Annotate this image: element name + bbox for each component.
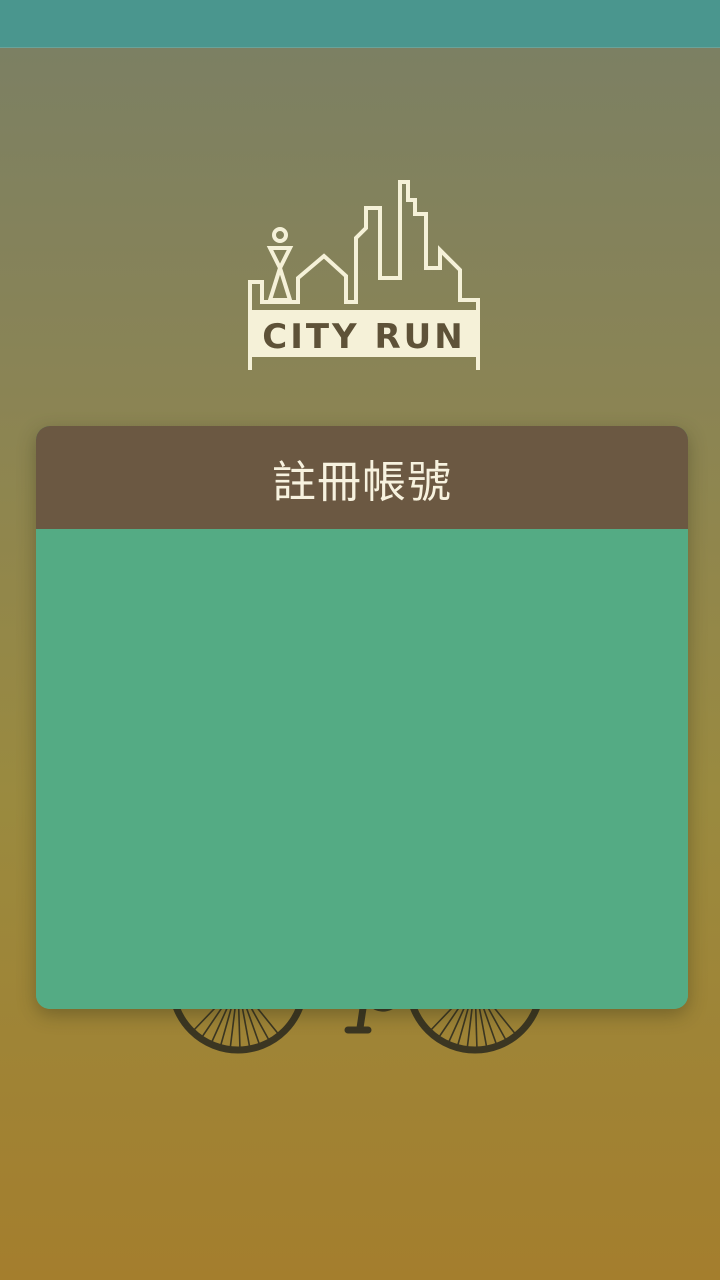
status-bar <box>0 0 720 48</box>
register-card: 註冊帳號 <box>36 426 688 1009</box>
card-body <box>36 529 688 1009</box>
city-run-logo: CITY RUN <box>248 180 480 370</box>
svg-text:CITY RUN: CITY RUN <box>262 317 466 357</box>
register-title: 註冊帳號 <box>272 456 452 508</box>
card-header: 註冊帳號 <box>36 426 688 529</box>
